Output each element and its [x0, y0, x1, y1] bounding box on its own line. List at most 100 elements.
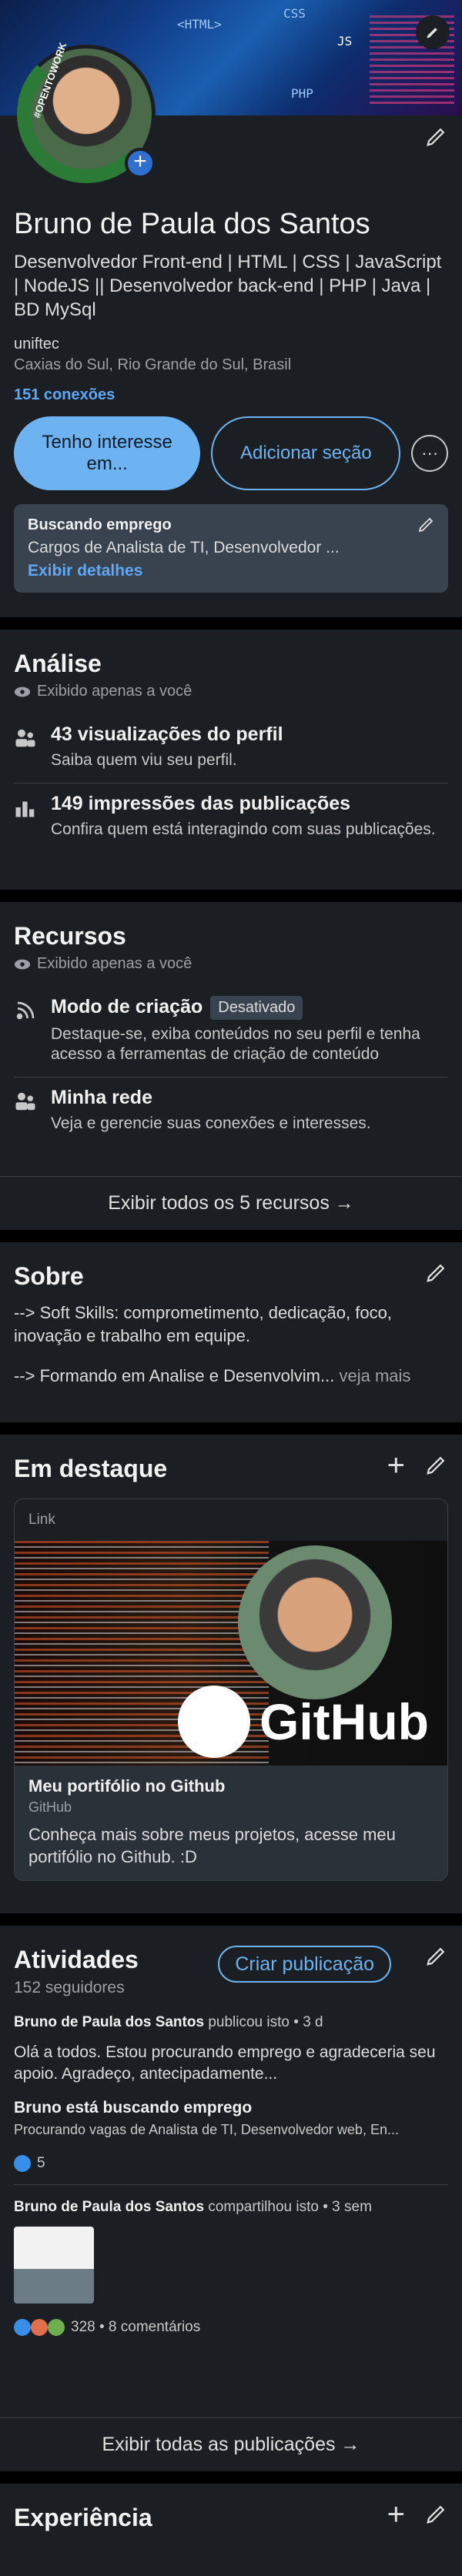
privacy-note: Exibido apenas a você [14, 955, 448, 973]
pencil-icon [427, 2505, 445, 2524]
pencil-icon [427, 1456, 445, 1475]
resource-item-title-row: Modo de criação Desativado [51, 996, 448, 1020]
resource-item-desc: Destaque-se, exiba conteúdos no seu perf… [51, 1025, 420, 1063]
about-line: --> Soft Skills: comprometimento, dedica… [14, 1303, 392, 1345]
activity-post[interactable]: Bruno de Paula dos Santos publicou isto … [14, 2014, 448, 2185]
analytics-title: Análise [14, 650, 102, 677]
analytics-item-profile-views[interactable]: 43 visualizações do perfil Saiba quem vi… [14, 714, 448, 783]
resources-title: Recursos [14, 922, 126, 950]
resource-item-my-network[interactable]: Minha rede Veja e gerencie suas conexões… [14, 1078, 448, 1146]
cover-css-text: CSS [283, 6, 306, 21]
show-all-resources-link[interactable]: Exibir todos os 5 recursos → [0, 1176, 462, 1230]
heart-icon [31, 2319, 48, 2336]
analytics-section: Análise Exibido apenas a você 43 visuali… [0, 630, 462, 890]
reactions-count: 328 • 8 comentários [71, 2319, 201, 2335]
about-line-truncated: --> Formando em Analise e Desenvolvim...… [14, 1365, 448, 1388]
analytics-item-title: 43 visualizações do perfil [51, 723, 283, 745]
add-experience-button[interactable]: + [387, 2499, 405, 2530]
eye-icon [14, 687, 31, 697]
privacy-text: Exibido apenas a você [37, 955, 192, 972]
featured-photo [238, 1545, 392, 1699]
see-more-link[interactable]: veja mais [339, 1366, 410, 1385]
connections-link[interactable]: 151 conexões [14, 386, 448, 404]
resource-item-title: Modo de criação [51, 996, 203, 1018]
resource-item-title: Minha rede [51, 1087, 152, 1108]
github-logo: GitHub [178, 1686, 429, 1758]
about-section: Sobre --> Soft Skills: comprometimento, … [0, 1242, 462, 1422]
more-options-button[interactable]: ··· [411, 435, 448, 472]
featured-section: Em destaque Link GitHub Meu portifólio n… [0, 1435, 462, 1913]
like-icon [14, 2319, 31, 2336]
about-line: --> Formando em Analise e Desenvolvim... [14, 1366, 335, 1385]
post-attachment-desc: Procurando vagas de Analista de TI, Dese… [14, 2122, 399, 2137]
create-post-button[interactable]: Criar publicação [218, 1946, 391, 1983]
profile-name: Bruno de Paula dos Santos [14, 208, 370, 240]
like-icon [14, 2155, 31, 2172]
about-text: --> Soft Skills: comprometimento, dedica… [14, 1291, 448, 1403]
status-badge: Desativado [210, 996, 303, 1020]
pencil-icon [427, 128, 445, 146]
people-icon [15, 1092, 35, 1111]
open-to-button[interactable]: Tenho interesse em... [14, 416, 201, 490]
analytics-item-title: 149 impressões das publicações [51, 793, 351, 814]
show-details-link[interactable]: Exibir detalhes [28, 562, 434, 580]
activity-section: Atividades 152 seguidores Bruno de Paula… [0, 1926, 462, 2471]
post-meta: compartilhou isto • 3 sem [204, 2199, 372, 2215]
show-all-posts-link[interactable]: Exibir todas as publicações → [0, 2417, 462, 2471]
featured-card-source: GitHub [28, 1799, 72, 1815]
analytics-item-impressions[interactable]: 149 impressões das publicações Confira q… [14, 783, 448, 852]
post-author-line: Bruno de Paula dos Santos compartilhou i… [14, 2199, 448, 2216]
add-featured-button[interactable]: + [387, 1450, 405, 1481]
featured-card-type: Link [28, 1512, 55, 1528]
edit-featured-button[interactable] [425, 1453, 448, 1480]
pencil-icon [427, 28, 437, 38]
featured-card-image: GitHub [15, 1541, 447, 1766]
edit-experience-button[interactable] [425, 2502, 448, 2529]
eye-icon [14, 959, 31, 969]
post-reactions[interactable]: 5 [14, 2155, 448, 2172]
cover-php-text: PHP [291, 86, 313, 101]
github-icon [178, 1686, 250, 1758]
activity-post[interactable]: Bruno de Paula dos Santos compartilhou i… [14, 2199, 448, 2348]
edit-about-button[interactable] [425, 1261, 448, 1288]
pencil-icon [427, 1264, 445, 1282]
post-attachment-title: Bruno está buscando emprego [14, 2099, 253, 2117]
privacy-note: Exibido apenas a você [14, 683, 448, 700]
bar-chart-icon [15, 801, 35, 817]
profile-location: Caxias do Sul, Rio Grande do Sul, Brasil [14, 356, 292, 373]
people-icon [15, 729, 35, 747]
profile-headline: Desenvolvedor Front-end | HTML | CSS | J… [14, 252, 442, 320]
post-thumbnail[interactable] [14, 2227, 94, 2304]
post-author[interactable]: Bruno de Paula dos Santos [14, 2199, 204, 2215]
profile-intro-card: <HTML> CSS JS PHP #OPENTOWORK + Bruno de… [0, 0, 462, 617]
featured-card[interactable]: Link GitHub Meu portifólio no Github Git… [14, 1498, 448, 1881]
broadcast-icon [16, 1001, 35, 1020]
edit-activity-button[interactable] [425, 1944, 448, 1971]
about-title: Sobre [14, 1262, 84, 1290]
featured-card-desc: Conheça mais sobre meus projetos, acesse… [28, 1825, 396, 1866]
open-to-work-card[interactable]: Buscando emprego Cargos de Analista de T… [14, 504, 448, 593]
post-reactions[interactable]: 328 • 8 comentários [14, 2319, 448, 2336]
resources-section: Recursos Exibido apenas a você Modo de c… [0, 902, 462, 1230]
post-author[interactable]: Bruno de Paula dos Santos [14, 2014, 204, 2030]
edit-intro-button[interactable] [425, 125, 448, 152]
edit-open-to-work-button[interactable] [417, 515, 436, 537]
pencil-icon [418, 517, 434, 533]
post-body: Olá a todos. Estou procurando emprego e … [14, 2043, 436, 2083]
analytics-item-desc: Confira quem está interagindo com suas p… [51, 820, 436, 838]
experience-title: Experiência [14, 2504, 152, 2531]
resource-item-creator-mode[interactable]: Modo de criação Desativado Destaque-se, e… [14, 987, 448, 1078]
post-author-line: Bruno de Paula dos Santos publicou isto … [14, 2014, 448, 2031]
profile-education[interactable]: uniftec [14, 336, 448, 353]
analytics-item-desc: Saiba quem viu seu perfil. [51, 751, 237, 769]
privacy-text: Exibido apenas a você [37, 683, 192, 700]
cover-js-text: JS [337, 34, 353, 48]
open-to-work-title: Buscando emprego [28, 516, 172, 533]
resource-item-desc: Veja e gerencie suas conexões e interess… [51, 1114, 371, 1132]
experience-section: Experiência + [0, 2484, 462, 2576]
github-logo-text: GitHub [259, 1693, 429, 1750]
add-section-button[interactable]: Adicionar seção [211, 416, 401, 490]
add-photo-button[interactable]: + [125, 148, 156, 179]
featured-card-title: Meu portifólio no Github [28, 1776, 226, 1796]
edit-cover-button[interactable] [416, 15, 450, 49]
